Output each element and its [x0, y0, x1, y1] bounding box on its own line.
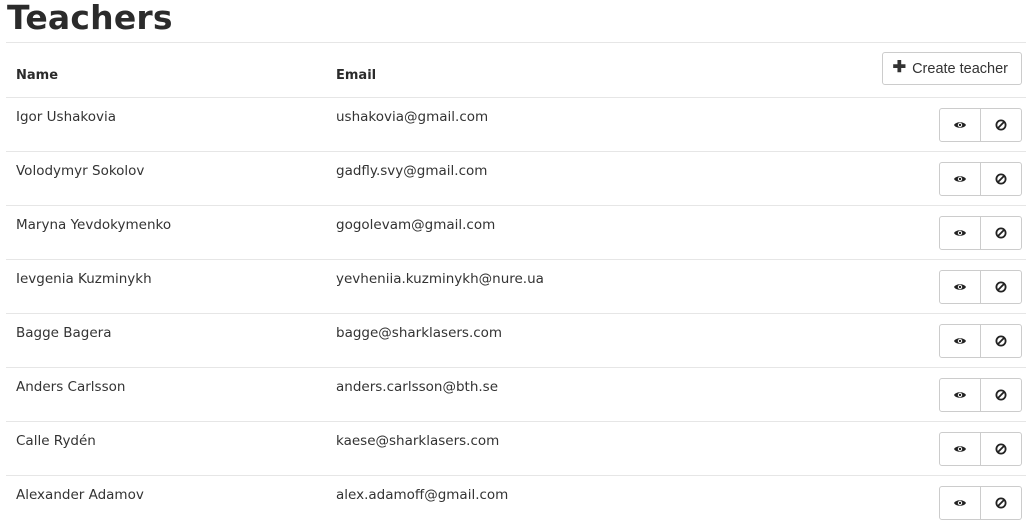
deactivate-teacher-button[interactable] — [980, 215, 1022, 250]
row-actions — [826, 421, 1026, 475]
teachers-table: Name Email ✚ Create teacher Igor Ushakov… — [6, 43, 1026, 522]
table-row: Bagge Bagera bagge@sharklasers.com — [6, 313, 1026, 367]
plus-icon: ✚ — [892, 58, 907, 76]
row-actions — [826, 97, 1026, 151]
teacher-name: Volodymyr Sokolov — [16, 162, 145, 179]
view-teacher-button[interactable] — [939, 161, 981, 196]
teacher-email: anders.carlsson@bth.se — [336, 378, 499, 395]
table-row: Igor Ushakovia ushakovia@gmail.com — [6, 97, 1026, 151]
create-teacher-button[interactable]: ✚ Create teacher — [881, 52, 1022, 86]
row-action-group — [939, 269, 1022, 304]
column-header-email: Email — [336, 68, 377, 84]
eye-icon — [953, 228, 967, 238]
view-teacher-button[interactable] — [939, 269, 981, 304]
column-header-name: Name — [16, 68, 59, 84]
row-actions — [826, 151, 1026, 205]
ban-icon — [995, 443, 1007, 455]
teachers-table-body: Igor Ushakovia ushakovia@gmail.com Volod… — [6, 97, 1026, 522]
deactivate-teacher-button[interactable] — [980, 269, 1022, 304]
row-action-group — [939, 485, 1022, 520]
ban-icon — [995, 119, 1007, 131]
teacher-email: gogolevam@gmail.com — [336, 216, 496, 233]
eye-icon — [953, 174, 967, 184]
teacher-name: Calle Rydén — [16, 432, 96, 449]
ban-icon — [995, 227, 1007, 239]
view-teacher-button[interactable] — [939, 485, 981, 520]
teacher-name: Maryna Yevdokymenko — [16, 216, 172, 233]
row-action-group — [939, 215, 1022, 250]
table-row: Volodymyr Sokolov gadfly.svy@gmail.com — [6, 151, 1026, 205]
eye-icon — [953, 498, 967, 508]
teacher-email: yevheniia.kuzminykh@nure.ua — [336, 270, 544, 287]
teacher-name: Alexander Adamov — [16, 486, 144, 503]
row-action-group — [939, 323, 1022, 358]
teacher-email: bagge@sharklasers.com — [336, 324, 503, 341]
row-actions — [826, 205, 1026, 259]
deactivate-teacher-button[interactable] — [980, 431, 1022, 466]
ban-icon — [995, 335, 1007, 347]
view-teacher-button[interactable] — [939, 323, 981, 358]
table-row: Anders Carlsson anders.carlsson@bth.se — [6, 367, 1026, 421]
eye-icon — [953, 282, 967, 292]
row-actions — [826, 313, 1026, 367]
ban-icon — [995, 497, 1007, 509]
eye-icon — [953, 120, 967, 130]
row-actions — [826, 259, 1026, 313]
teacher-email: alex.adamoff@gmail.com — [336, 486, 509, 503]
teacher-name: Ievgenia Kuzminykh — [16, 270, 152, 287]
eye-icon — [953, 390, 967, 400]
table-header-row: Name Email ✚ Create teacher — [6, 43, 1026, 97]
page-title: Teachers — [7, 0, 173, 37]
view-teacher-button[interactable] — [939, 377, 981, 412]
deactivate-teacher-button[interactable] — [980, 161, 1022, 196]
row-action-group — [939, 161, 1022, 196]
create-teacher-label: Create teacher — [912, 60, 1008, 77]
eye-icon — [953, 444, 967, 454]
deactivate-teacher-button[interactable] — [980, 377, 1022, 412]
table-row: Ievgenia Kuzminykh yevheniia.kuzminykh@n… — [6, 259, 1026, 313]
row-actions — [826, 367, 1026, 421]
teacher-email: ushakovia@gmail.com — [336, 108, 489, 125]
teacher-name: Bagge Bagera — [16, 324, 112, 341]
row-actions — [826, 475, 1026, 522]
teachers-page: Teachers Name Email ✚ Create teacher Igo… — [0, 0, 1026, 522]
table-row: Calle Rydén kaese@sharklasers.com — [6, 421, 1026, 475]
ban-icon — [995, 389, 1007, 401]
ban-icon — [995, 173, 1007, 185]
deactivate-teacher-button[interactable] — [980, 323, 1022, 358]
deactivate-teacher-button[interactable] — [980, 485, 1022, 520]
row-action-group — [939, 377, 1022, 412]
deactivate-teacher-button[interactable] — [980, 107, 1022, 142]
teacher-name: Anders Carlsson — [16, 378, 126, 395]
eye-icon — [953, 336, 967, 346]
teacher-email: kaese@sharklasers.com — [336, 432, 500, 449]
table-row: Maryna Yevdokymenko gogolevam@gmail.com — [6, 205, 1026, 259]
teacher-email: gadfly.svy@gmail.com — [336, 162, 488, 179]
view-teacher-button[interactable] — [939, 431, 981, 466]
row-action-group — [939, 107, 1022, 142]
view-teacher-button[interactable] — [939, 215, 981, 250]
row-action-group — [939, 431, 1022, 466]
ban-icon — [995, 281, 1007, 293]
teacher-name: Igor Ushakovia — [16, 108, 117, 125]
table-row: Alexander Adamov alex.adamoff@gmail.com — [6, 475, 1026, 522]
view-teacher-button[interactable] — [939, 107, 981, 142]
actions-header: ✚ Create teacher — [826, 43, 1026, 97]
